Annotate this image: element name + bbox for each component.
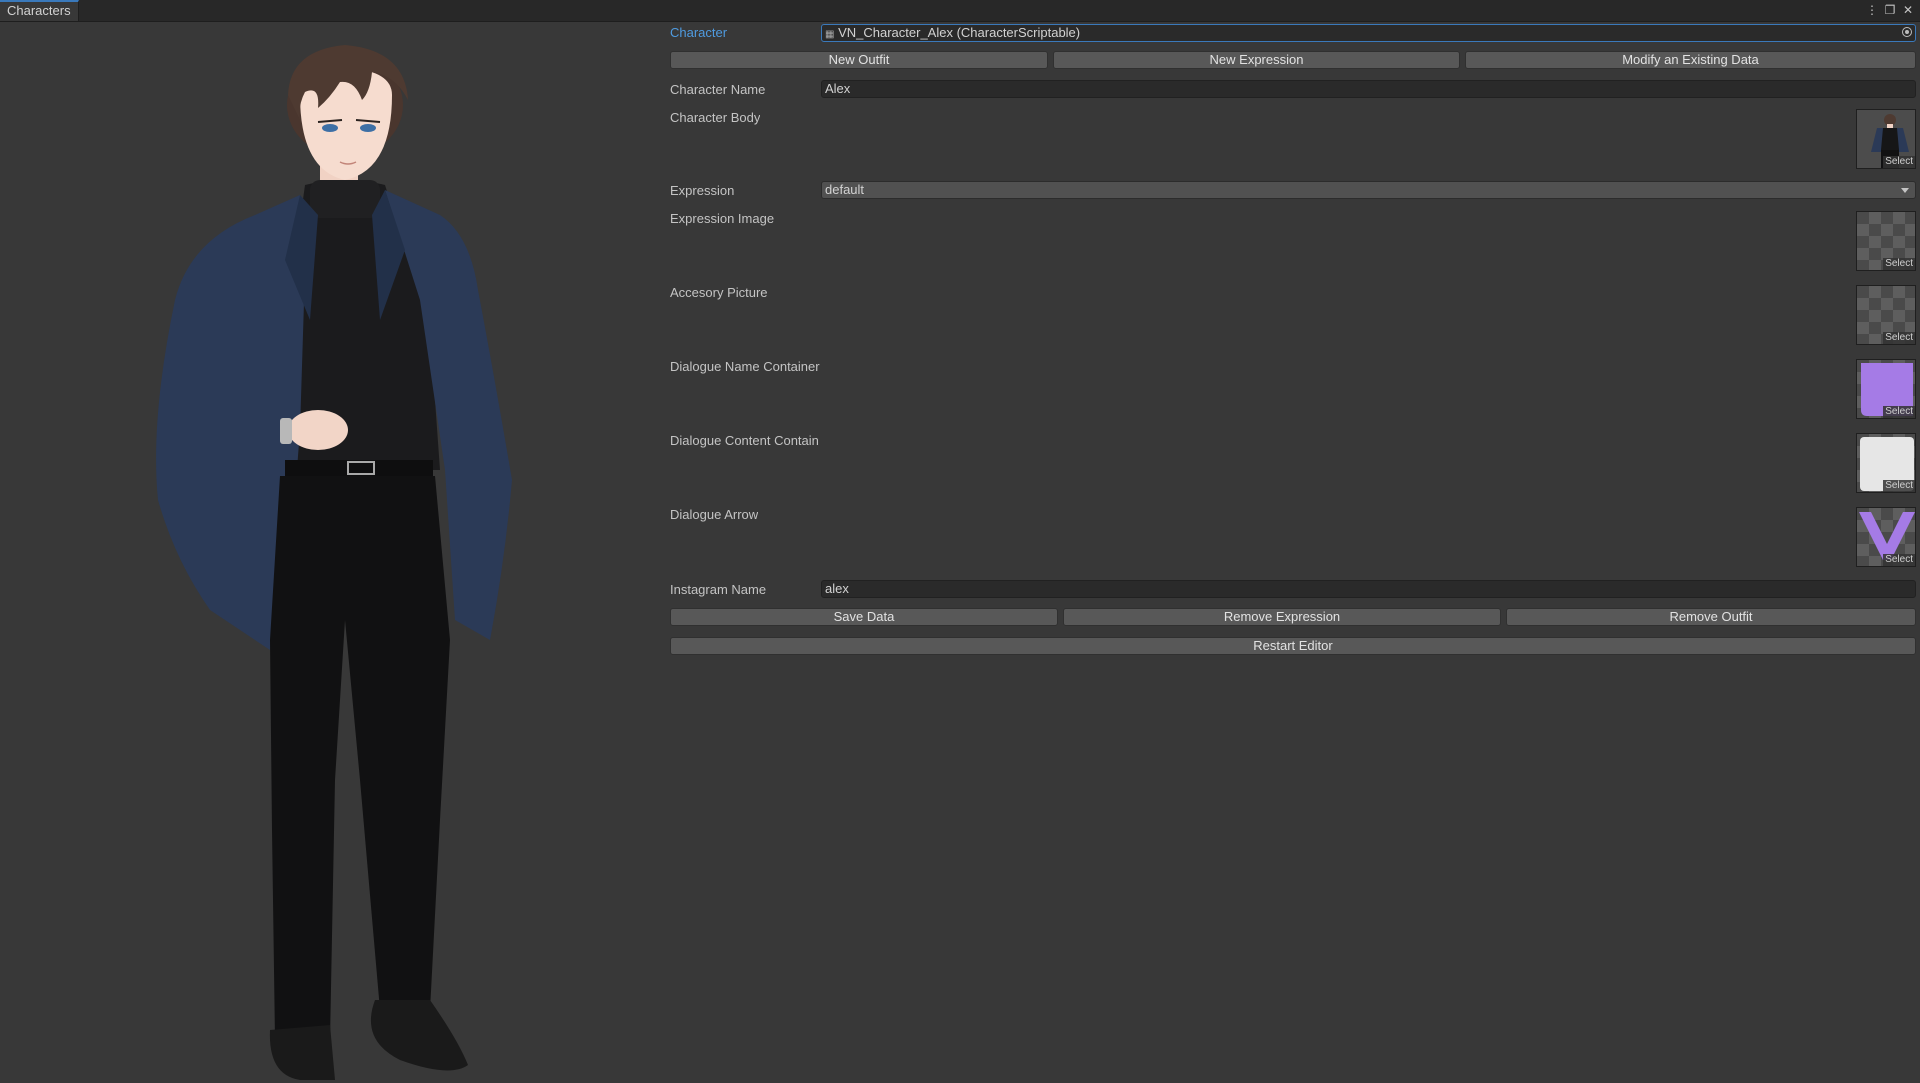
expression-image-label: Expression Image	[670, 211, 775, 226]
restart-editor-button[interactable]: Restart Editor	[670, 637, 1916, 655]
select-thumbnail-label: Select	[1883, 480, 1915, 492]
select-thumbnail-label: Select	[1883, 406, 1915, 418]
expression-image-thumbnail[interactable]: Select	[1856, 211, 1916, 271]
character-object-value: VN_Character_Alex (CharacterScriptable)	[838, 25, 1081, 40]
maximize-icon[interactable]: ❐	[1884, 2, 1896, 18]
save-data-button[interactable]: Save Data	[670, 608, 1058, 626]
character-label: Character	[670, 25, 728, 40]
chevron-down-icon	[1901, 188, 1909, 193]
expression-label: Expression	[670, 183, 735, 198]
select-thumbnail-label: Select	[1883, 258, 1915, 270]
character-illustration	[156, 45, 512, 1080]
character-body-label: Character Body	[670, 110, 761, 125]
remove-outfit-button[interactable]: Remove Outfit	[1506, 608, 1916, 626]
expression-dropdown[interactable]: default	[821, 181, 1916, 199]
object-picker-icon[interactable]	[1902, 27, 1912, 37]
dialogue-arrow-label: Dialogue Arrow	[670, 507, 759, 522]
character-preview	[0, 22, 660, 1080]
accesory-picture-label: Accesory Picture	[670, 285, 768, 300]
expression-dropdown-value: default	[825, 182, 865, 197]
more-options-icon[interactable]: ⋮	[1866, 2, 1878, 18]
select-thumbnail-label: Select	[1883, 554, 1915, 566]
dialogue-arrow-thumbnail[interactable]: Select	[1856, 507, 1916, 567]
tab-bar: Characters ⋮ ❐ ✕	[0, 0, 1920, 22]
tab-characters[interactable]: Characters	[0, 0, 79, 21]
accesory-picture-thumbnail[interactable]: Select	[1856, 285, 1916, 345]
character-object-field[interactable]: ▦ VN_Character_Alex (CharacterScriptable…	[821, 24, 1916, 42]
dialogue-content-container-thumbnail[interactable]: Select	[1856, 433, 1916, 493]
modify-existing-data-button[interactable]: Modify an Existing Data	[1465, 51, 1916, 69]
close-icon[interactable]: ✕	[1902, 2, 1914, 18]
instagram-name-label: Instagram Name	[670, 582, 767, 597]
window-controls: ⋮ ❐ ✕	[1866, 2, 1914, 18]
character-name-label: Character Name	[670, 82, 766, 97]
select-thumbnail-label: Select	[1883, 332, 1915, 344]
scriptable-object-icon: ▦	[825, 29, 835, 40]
new-expression-button[interactable]: New Expression	[1053, 51, 1460, 69]
instagram-name-input[interactable]: alex	[821, 580, 1916, 598]
new-outfit-button[interactable]: New Outfit	[670, 51, 1048, 69]
character-name-input[interactable]: Alex	[821, 80, 1916, 98]
dialogue-name-container-label: Dialogue Name Container	[670, 359, 820, 374]
select-thumbnail-label: Select	[1883, 156, 1915, 168]
dialogue-content-container-label: Dialogue Content Containe	[670, 433, 819, 448]
character-body-thumbnail[interactable]: Select	[1856, 109, 1916, 169]
remove-expression-button[interactable]: Remove Expression	[1063, 608, 1501, 626]
dialogue-name-container-thumbnail[interactable]: Select	[1856, 359, 1916, 419]
